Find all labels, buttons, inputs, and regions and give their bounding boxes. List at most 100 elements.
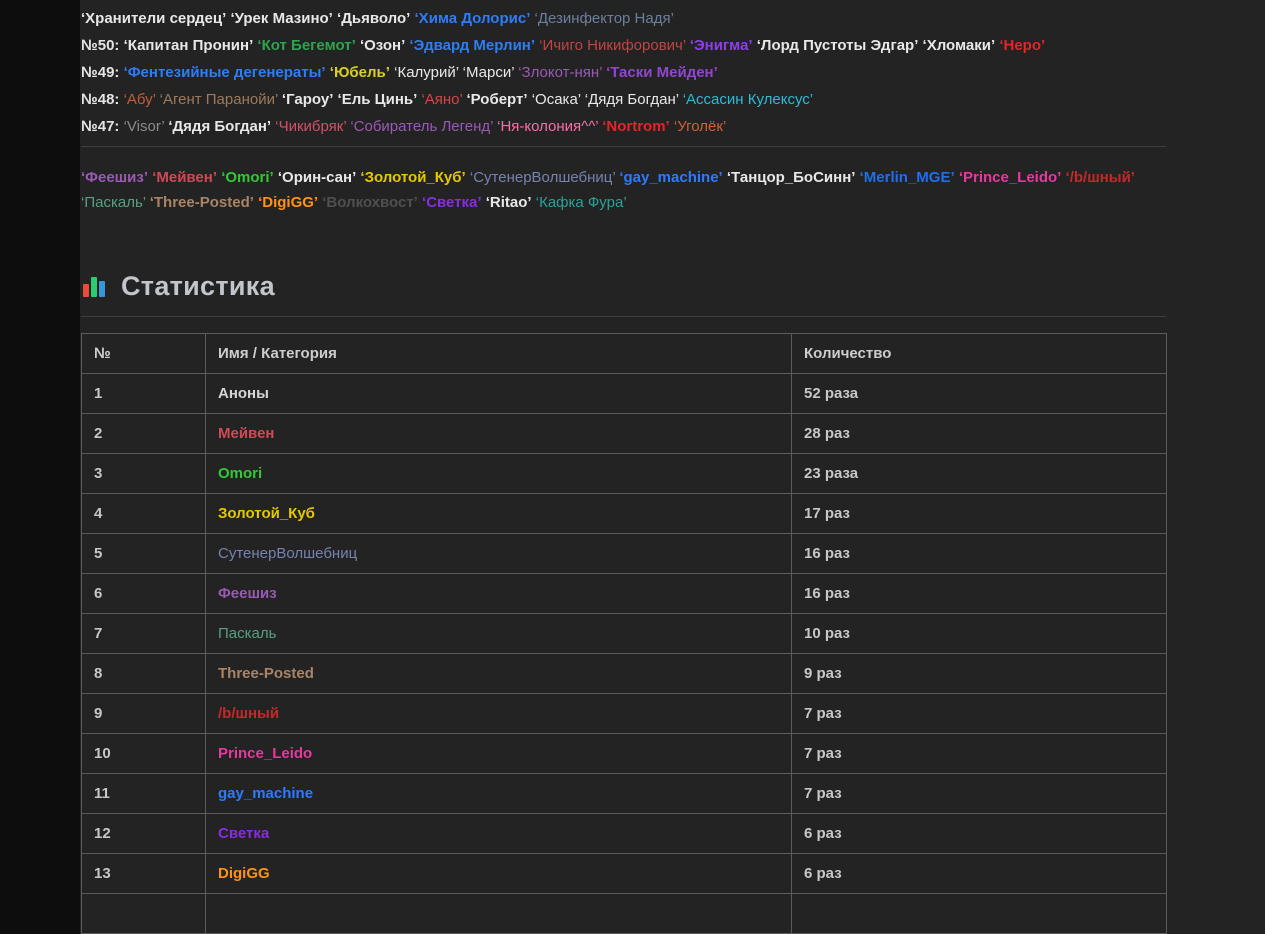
divider [81, 316, 1166, 317]
col-header-name: Имя / Категория [205, 333, 792, 374]
user-name: ‘Omori’ [221, 169, 274, 186]
row-name-cell: /b/шный [205, 693, 792, 734]
stats-title: Статистика [121, 271, 275, 301]
ranking-number-label: №50: [81, 37, 120, 54]
user-name: ‘Кафка Фура’ [535, 194, 627, 211]
user-name: ‘Мейвен’ [152, 169, 218, 186]
character-name: ‘Злокот-нян’ [518, 64, 602, 81]
character-name: ‘Юбель’ [329, 64, 390, 81]
row-count: 28 раз [791, 413, 1167, 454]
character-name: ‘Лорд Пустоты Эдгар’ [756, 37, 919, 54]
character-name: ‘Ель Цинь’ [337, 91, 418, 108]
table-row: 8 Three-Posted 9 раз [81, 653, 1167, 694]
col-header-count: Количество [791, 333, 1167, 374]
table-body: 1 Аноны 52 раза 2 Мейвен 28 раз 3 Omori 23 раза 4… [81, 373, 1167, 934]
character-name: ‘Собиратель Легенд’ [350, 118, 493, 135]
row-number: 12 [81, 813, 206, 854]
ranking-line: №49: ‘Фентезийные дегенераты’ ‘Юбель’ ‘К… [81, 59, 1166, 86]
row-count: 7 раз [791, 693, 1167, 734]
row-name: Prince_Leido [218, 745, 313, 762]
user-name: ‘DigiGG’ [258, 194, 319, 211]
user-name: ‘/b/шный’ [1065, 169, 1135, 186]
row-name-cell: Аноны [205, 373, 792, 414]
row-count: 9 раз [791, 653, 1167, 694]
character-name: ‘Ичиго Никифорович’ [539, 37, 686, 54]
character-name: ‘Ассасин Кулексус’ [682, 91, 814, 108]
row-name: /b/шный [218, 705, 280, 722]
character-name: ‘Чикибряк’ [275, 118, 347, 135]
character-name: ‘Урек Мазино’ [230, 10, 333, 27]
row-count: 23 раза [791, 453, 1167, 494]
table-row: 7 Паскаль 10 раз [81, 613, 1167, 654]
ranking-line: №48: ‘Абу’ ‘Агент Паранойи’ ‘Гароу’ ‘Ель… [81, 86, 1166, 113]
character-name: ‘Дядя Богдан’ [584, 91, 679, 108]
row-number: 7 [81, 613, 206, 654]
character-name: ‘Гароу’ [281, 91, 334, 108]
row-name: Аноны [218, 385, 269, 402]
row-count: 7 раз [791, 773, 1167, 814]
character-name: ‘Visor’ [123, 118, 165, 135]
stats-heading: Статистика [81, 271, 1166, 302]
character-name: ‘Ня-колония^^’ [497, 118, 599, 135]
table-row: 10 Prince_Leido 7 раз [81, 733, 1167, 774]
row-name-cell: СутенерВолшебниц [205, 533, 792, 574]
character-name: ‘Эдвард Мерлин’ [409, 37, 536, 54]
ranking-number-label: №47: [81, 118, 120, 135]
character-name: ‘Уголёк’ [673, 118, 727, 135]
row-name: gay_machine [218, 785, 314, 802]
character-name: ‘Таски Мейден’ [606, 64, 718, 81]
row-count: 52 раза [791, 373, 1167, 414]
table-row: 6 Феешиз 16 раз [81, 573, 1167, 614]
row-number: 10 [81, 733, 206, 774]
user-name: ‘Феешиз’ [81, 169, 149, 186]
character-name: ‘Кот Бегемот’ [257, 37, 356, 54]
character-name: ‘Хранители сердец’ [81, 10, 227, 27]
table-row: 13 DigiGG 6 раз [81, 853, 1167, 894]
character-name: ‘Осака’ [531, 91, 581, 108]
character-name: ‘Хима Долорис’ [414, 10, 531, 27]
row-name-cell: Мейвен [205, 413, 792, 454]
user-name: ‘СутенерВолшебниц’ [469, 169, 616, 186]
row-name-cell: gay_machine [205, 773, 792, 814]
row-count: 6 раз [791, 853, 1167, 894]
user-name: ‘Ritao’ [485, 194, 532, 211]
row-name-cell: Светка [205, 813, 792, 854]
table-row: 1 Аноны 52 раза [81, 373, 1167, 414]
user-name: ‘Волкохвост’ [322, 194, 418, 211]
row-number: 8 [81, 653, 206, 694]
table-row-partial [81, 893, 1167, 934]
user-name: ‘Prince_Leido’ [958, 169, 1062, 186]
character-name: ‘Роберт’ [466, 91, 528, 108]
row-name: Мейвен [218, 425, 275, 442]
user-name: ‘Three-Posted’ [149, 194, 254, 211]
row-name-cell: Феешиз [205, 573, 792, 614]
row-count: 10 раз [791, 613, 1167, 654]
user-name: ‘Орин-сан’ [277, 169, 357, 186]
character-name: ‘Nortrom’ [602, 118, 670, 135]
user-name: ‘gay_machine’ [619, 169, 723, 186]
row-name: Феешиз [218, 585, 277, 602]
row-name: DigiGG [218, 865, 270, 882]
table-row: 9/b/шный 7 раз [81, 693, 1167, 734]
user-name: ‘Танцор_БоСинн’ [726, 169, 856, 186]
row-name-cell: Prince_Leido [205, 733, 792, 774]
ranking-number-label: №48: [81, 91, 120, 108]
ranking-line: ‘Хранители сердец’ ‘Урек Мазино’ ‘Дьявол… [81, 5, 1166, 32]
stats-table: № Имя / Категория Количество 1 Аноны 52 ра… [81, 333, 1167, 934]
ranking-line: №50: ‘Капитан Пронин’ ‘Кот Бегемот’ ‘Озо… [81, 32, 1166, 59]
table-row: 5 СутенерВолшебниц 16 раз [81, 533, 1167, 574]
row-name: Three-Posted [218, 665, 314, 682]
bar-chart-icon [81, 273, 108, 300]
row-number: 1 [81, 373, 206, 414]
character-name: ‘Агент Паранойи’ [159, 91, 278, 108]
character-name: ‘Дьяволо’ [337, 10, 411, 27]
divider [81, 146, 1166, 147]
character-name: ‘Абу’ [123, 91, 156, 108]
table-row: 4 Золотой_Куб 17 раз [81, 493, 1167, 534]
mentions-paragraph: ‘Феешиз’ ‘Мейвен’ ‘Omori’ ‘Орин-сан’ ‘Зо… [81, 165, 1166, 215]
character-name: ‘Калурий’ [394, 64, 459, 81]
character-name: ‘Капитан Пронин’ [123, 37, 254, 54]
row-name: Omori [218, 465, 263, 482]
row-name-cell: Паскаль [205, 613, 792, 654]
row-count: 17 раз [791, 493, 1167, 534]
